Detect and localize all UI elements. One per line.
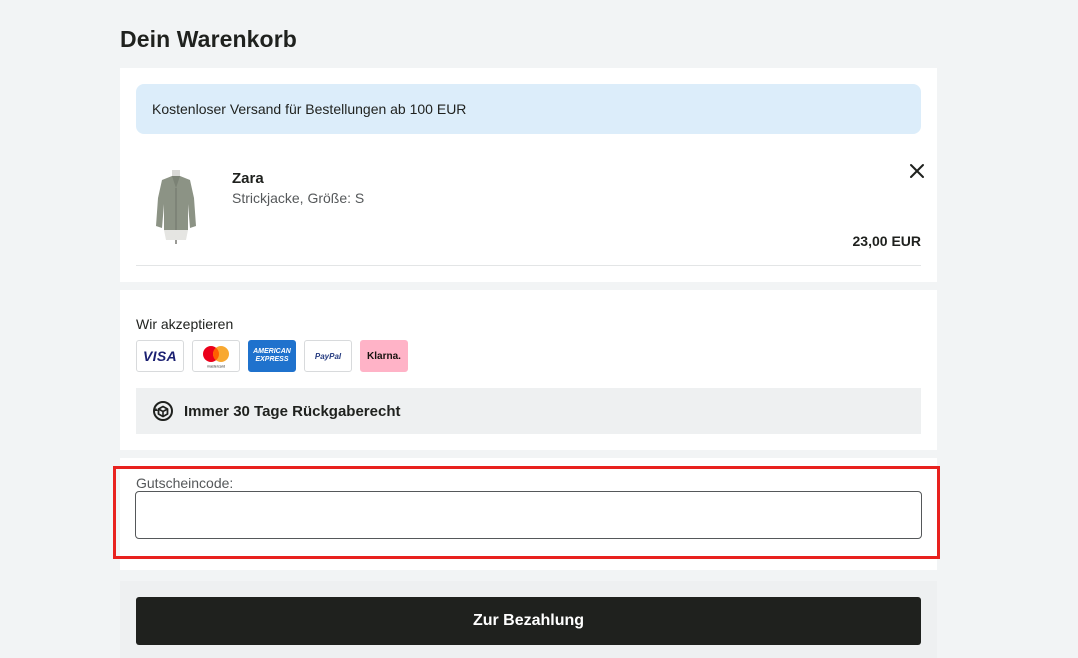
voucher-label: Gutscheincode: xyxy=(136,475,234,491)
payments-label: Wir akzeptieren xyxy=(136,316,234,332)
svg-text:mastercard: mastercard xyxy=(207,365,225,369)
returns-text: Immer 30 Tage Rückgaberecht xyxy=(184,402,401,420)
product-description: Strickjacke, Größe: S xyxy=(232,190,365,206)
payment-methods: VISA mastercard AMERICAN EXPRESS PayPal … xyxy=(136,340,408,372)
page-title: Dein Warenkorb xyxy=(120,26,297,52)
paypal-icon: PayPal xyxy=(304,340,352,372)
checkout-button[interactable]: Zur Bezahlung xyxy=(136,597,921,645)
cart-page: Dein Warenkorb Kostenloser Versand für B… xyxy=(0,0,1078,658)
shipping-banner: Kostenloser Versand für Bestellungen ab … xyxy=(136,84,921,134)
mastercard-icon: mastercard xyxy=(192,340,240,372)
returns-info: Immer 30 Tage Rückgaberecht xyxy=(136,388,921,434)
product-price: 23,00 EUR xyxy=(852,233,921,249)
payment-info-card: Wir akzeptieren VISA mastercard AMERICAN… xyxy=(120,290,937,450)
checkout-area: Zur Bezahlung xyxy=(120,581,937,658)
visa-icon: VISA xyxy=(136,340,184,372)
product-image[interactable] xyxy=(148,168,204,244)
divider xyxy=(136,265,921,266)
voucher-code-input[interactable] xyxy=(135,491,922,539)
remove-item-close-icon[interactable] xyxy=(906,160,928,182)
return-box-icon xyxy=(153,401,173,421)
product-brand: Zara xyxy=(232,170,264,187)
klarna-icon: Klarna. xyxy=(360,340,408,372)
amex-icon: AMERICAN EXPRESS xyxy=(248,340,296,372)
cart-card: Kostenloser Versand für Bestellungen ab … xyxy=(120,68,937,282)
voucher-card: Gutscheincode: xyxy=(120,458,937,570)
